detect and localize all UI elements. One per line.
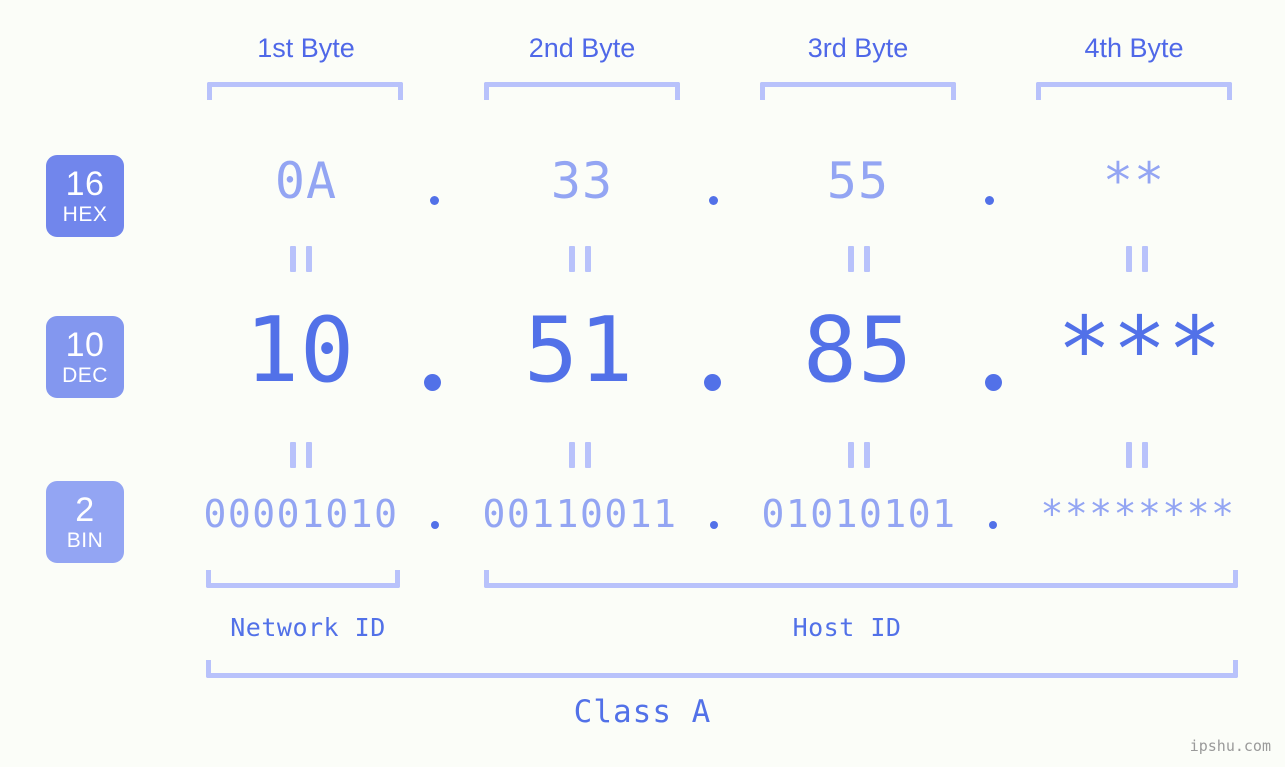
byte-header-1: 1st Byte bbox=[257, 33, 355, 63]
byte-header-3: 3rd Byte bbox=[807, 33, 909, 63]
equality-marker-hex-dec-3 bbox=[848, 246, 870, 272]
hex-byte-3: 55 bbox=[826, 152, 890, 210]
base-badge-bin: 2 BIN bbox=[46, 481, 124, 563]
base-badge-bin-number: 2 bbox=[75, 491, 95, 529]
dec-byte-1: 10 bbox=[244, 298, 356, 403]
base-badge-dec: 10 DEC bbox=[46, 316, 124, 398]
base-badge-bin-name: BIN bbox=[66, 529, 104, 552]
bin-byte-3: 01010101 bbox=[761, 492, 957, 536]
bin-byte-1: 00001010 bbox=[203, 492, 399, 536]
byte-header-2: 2nd Byte bbox=[528, 33, 636, 63]
hex-byte-1: 0A bbox=[274, 152, 338, 210]
byte-bracket-3 bbox=[760, 82, 956, 100]
network-id-label: Network ID bbox=[230, 613, 386, 642]
bin-byte-2: 00110011 bbox=[482, 492, 678, 536]
equality-marker-dec-bin-1 bbox=[290, 442, 312, 468]
byte-bracket-4 bbox=[1036, 82, 1232, 100]
base-badge-dec-name: DEC bbox=[62, 364, 108, 387]
base-badge-dec-number: 10 bbox=[65, 326, 105, 364]
bin-separator-3 bbox=[989, 521, 997, 529]
base-badge-hex-name: HEX bbox=[62, 203, 108, 226]
bin-separator-2 bbox=[710, 521, 718, 529]
site-watermark: ipshu.com bbox=[1189, 737, 1271, 755]
equality-marker-dec-bin-4 bbox=[1126, 442, 1148, 468]
hex-separator-2 bbox=[709, 196, 718, 205]
base-badge-hex: 16 HEX bbox=[46, 155, 124, 237]
host-id-label: Host ID bbox=[792, 613, 902, 642]
equality-marker-dec-bin-2 bbox=[569, 442, 591, 468]
hex-byte-2: 33 bbox=[550, 152, 614, 210]
byte-bracket-2 bbox=[484, 82, 680, 100]
dec-separator-1 bbox=[424, 374, 441, 391]
hex-byte-4: ** bbox=[1102, 152, 1166, 210]
class-label: Class A bbox=[573, 694, 712, 730]
dec-separator-2 bbox=[704, 374, 721, 391]
byte-header-4: 4th Byte bbox=[1084, 33, 1184, 63]
equality-marker-hex-dec-2 bbox=[569, 246, 591, 272]
equality-marker-hex-dec-1 bbox=[290, 246, 312, 272]
ip-address-breakdown-diagram: 1st Byte 2nd Byte 3rd Byte 4th Byte 16 H… bbox=[0, 0, 1285, 767]
base-badge-hex-number: 16 bbox=[65, 165, 105, 203]
network-id-bracket bbox=[206, 570, 400, 588]
byte-bracket-1 bbox=[207, 82, 403, 100]
hex-separator-3 bbox=[985, 196, 994, 205]
bin-byte-4: ******** bbox=[1040, 492, 1236, 536]
hex-separator-1 bbox=[430, 196, 439, 205]
dec-byte-2: 51 bbox=[523, 298, 635, 403]
host-id-bracket bbox=[484, 570, 1238, 588]
equality-marker-hex-dec-4 bbox=[1126, 246, 1148, 272]
dec-byte-4: *** bbox=[1057, 298, 1223, 403]
class-bracket bbox=[206, 660, 1238, 678]
equality-marker-dec-bin-3 bbox=[848, 442, 870, 468]
dec-separator-3 bbox=[985, 374, 1002, 391]
dec-byte-3: 85 bbox=[802, 298, 914, 403]
bin-separator-1 bbox=[431, 521, 439, 529]
